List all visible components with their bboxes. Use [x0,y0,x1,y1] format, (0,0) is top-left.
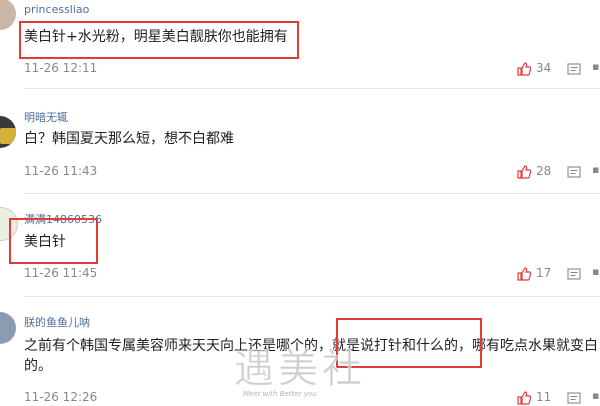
more-icon[interactable]: ▪ [592,60,599,73]
comment-item: 明暗无辄 白？韩国夏天那么短，想不白都难 11-26 11:43 28 ▪ [0,98,600,188]
like-icon[interactable] [517,391,531,405]
comment-item: 满满14860536 美白针 11-26 11:45 17 ▪ [0,203,600,293]
comment-text-line2: 的。 [24,358,52,374]
comment-time: 11-26 11:43 [24,164,98,178]
more-icon[interactable]: ▪ [592,389,599,402]
comment-username[interactable]: 朕的鱼鱼儿呐 [24,314,90,330]
watermark-text: 遇美社 [234,346,366,393]
highlight-box [19,21,299,59]
watermark-slogan: Meet with Better you [243,390,317,398]
comment-time: 11-26 11:45 [24,266,98,280]
avatar[interactable] [0,116,16,148]
comment-username[interactable]: princessliao [24,3,89,16]
reply-icon[interactable] [567,268,581,281]
divider [24,193,600,194]
divider [24,296,600,297]
reply-icon[interactable] [567,392,581,405]
like-count: 28 [536,164,552,178]
watermark-logo: 遇美社 Meet with Better you [225,336,375,406]
comment-item: princessliao 美白针+水光粉，明星美白靓肤你也能拥有 11-26 1… [0,0,600,86]
reply-icon[interactable] [567,166,581,179]
highlight-box [9,218,98,264]
comment-time: 11-26 12:11 [24,61,98,75]
like-count: 11 [536,390,552,404]
like-count: 34 [536,61,552,75]
more-icon[interactable]: ▪ [592,163,599,176]
comment-time: 11-26 12:26 [24,390,98,404]
avatar[interactable] [0,0,16,30]
more-icon[interactable]: ▪ [592,265,599,278]
like-icon[interactable] [517,62,531,76]
comment-username[interactable]: 明暗无辄 [24,109,68,125]
like-icon[interactable] [517,267,531,281]
avatar[interactable] [0,312,16,344]
reply-icon[interactable] [567,63,581,76]
comment-text: 白？韩国夏天那么短，想不白都难 [24,131,234,147]
like-count: 17 [536,266,552,280]
like-icon[interactable] [517,165,531,179]
divider [24,88,600,89]
